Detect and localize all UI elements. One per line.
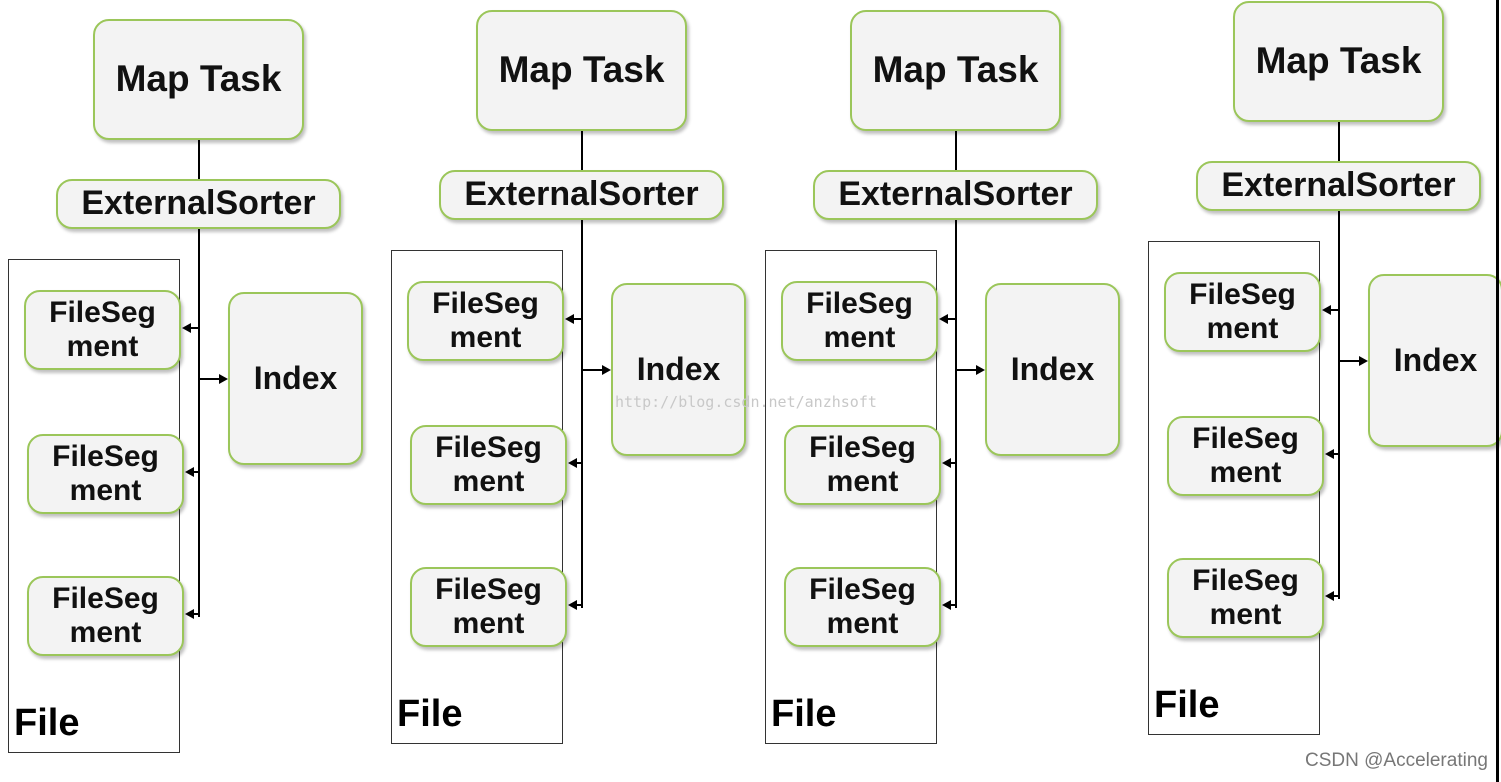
arrowhead-icon [568,600,577,610]
arrowhead-icon [219,374,228,384]
arrowhead-icon [185,467,194,477]
arrowhead-icon [939,314,948,324]
arrowhead-icon [185,609,194,619]
arrowhead-icon [602,365,611,375]
arrowhead-icon [568,458,577,468]
arrowhead-icon [942,458,951,468]
connector-layer [182,122,1368,619]
arrowhead-icon [1325,449,1334,459]
arrowhead-icon [1322,305,1331,315]
arrowhead-icon [1325,591,1334,601]
right-border [1496,0,1499,782]
arrowhead-icon [182,323,191,333]
watermark: http://blog.csdn.net/anzhsoft [615,393,877,411]
arrowhead-icon [565,314,574,324]
arrowhead-icon [976,365,985,375]
credit-text: CSDN @Accelerating [1305,750,1488,771]
arrowhead-icon [1359,356,1368,366]
arrowhead-icon [942,600,951,610]
